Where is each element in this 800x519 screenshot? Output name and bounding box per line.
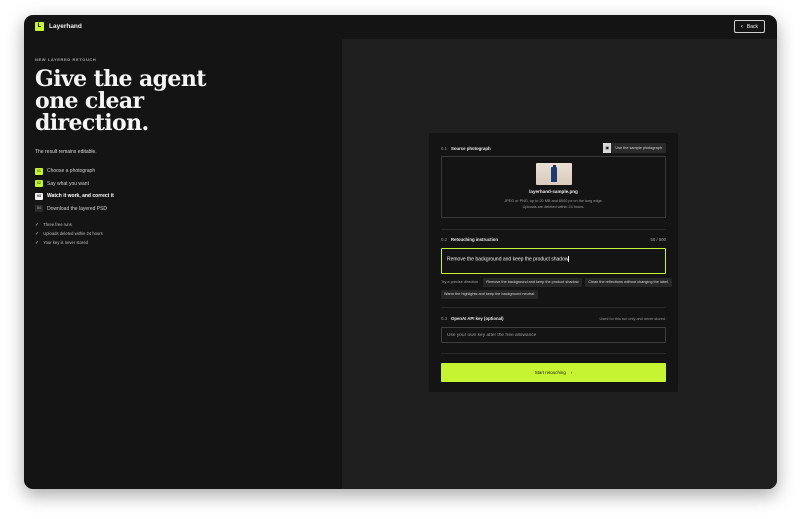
bottle-image bbox=[551, 167, 557, 182]
file-hint: JPEG or PNG, up to 20 MB and 8000 px on … bbox=[442, 199, 665, 210]
suggestion-chip[interactable]: Remove the background and keep the produ… bbox=[483, 278, 583, 287]
check-icon: ✓ bbox=[35, 221, 40, 228]
step-label: Download the layered PSD bbox=[47, 205, 108, 212]
fact-list: ✓ Three free runs ✓ Uploads deleted with… bbox=[35, 220, 335, 247]
instruction-textarea[interactable]: Remove the background and keep the produ… bbox=[441, 248, 666, 274]
api-section-title: 0.3 OpenAI API key (optional) bbox=[441, 316, 504, 321]
image-icon: ▣ bbox=[603, 143, 612, 153]
section-title: Retouching instruction bbox=[450, 237, 499, 242]
character-counter: 50 / 500 bbox=[650, 237, 666, 242]
file-hint-line: Uploads are deleted within 24 hours. bbox=[522, 204, 585, 209]
suggestion-chip[interactable]: Clean the reflections without changing t… bbox=[585, 278, 672, 287]
chevron-right-icon: › bbox=[570, 370, 573, 375]
instruction-section-title: 0.2 Retouching instruction bbox=[441, 237, 498, 242]
source-section-title: 0.1 Source photograph bbox=[441, 146, 491, 151]
subtext: The result remains editable. bbox=[35, 149, 97, 155]
step-list: 01 Choose a photograph 02 Say what you w… bbox=[35, 165, 335, 215]
instruction-value: Remove the background and keep the produ… bbox=[447, 256, 569, 263]
check-icon: ✓ bbox=[35, 230, 40, 237]
start-retouching-label: Start retouching bbox=[534, 370, 566, 375]
step-item: 04 Download the layered PSD bbox=[35, 203, 335, 216]
fact-item: ✓ Uploads deleted within 24 hours bbox=[35, 229, 335, 238]
retouch-form: 0.1 Source photograph ▣ Use the sample p… bbox=[429, 133, 678, 392]
fact-label: Your key is never stored bbox=[43, 240, 88, 245]
section-title: OpenAI API key (optional) bbox=[450, 316, 504, 321]
step-label: Choose a photograph bbox=[47, 168, 96, 175]
section-index: 0.1 bbox=[441, 145, 447, 151]
instruction-section-header: 0.2 Retouching instruction 50 / 500 bbox=[441, 237, 666, 242]
use-sample-label: Use the sample photograph bbox=[615, 146, 662, 150]
step-item-active: 03 Watch it work, and correct it bbox=[35, 190, 335, 203]
section-title: Source photograph bbox=[450, 145, 491, 151]
brand[interactable]: L Layerhand bbox=[35, 22, 82, 31]
kicker: NEW LAYERED RETOUCH bbox=[35, 57, 97, 62]
workspace-panel: 0.1 Source photograph ▣ Use the sample p… bbox=[342, 39, 777, 489]
try-label: Try a precise direction bbox=[441, 280, 479, 284]
step-label: Say what you want bbox=[47, 180, 89, 187]
step-number: 03 bbox=[35, 192, 43, 200]
back-button-label: Back bbox=[746, 23, 758, 30]
section-index: 0.2 bbox=[441, 237, 447, 242]
step-number: 04 bbox=[35, 205, 43, 213]
chevron-left-icon: ‹ bbox=[740, 23, 743, 30]
divider bbox=[441, 307, 666, 308]
divider bbox=[441, 353, 666, 354]
step-item: 02 Say what you want bbox=[35, 178, 335, 191]
api-note: Used for this run only and never stored. bbox=[599, 316, 666, 321]
section-index: 0.3 bbox=[441, 316, 447, 321]
sample-thumbnail bbox=[536, 163, 572, 185]
suggestion-chips: Try a precise direction Remove the backg… bbox=[441, 278, 673, 299]
suggestion-chip[interactable]: Warm the highlights and keep the backgro… bbox=[441, 290, 539, 299]
divider bbox=[441, 229, 666, 230]
api-section-header: 0.3 OpenAI API key (optional) Used for t… bbox=[441, 316, 666, 321]
brand-name: Layerhand bbox=[49, 23, 82, 30]
text-caret bbox=[568, 256, 569, 262]
intro-column: NEW LAYERED RETOUCH Give the agent one c… bbox=[35, 57, 335, 247]
step-item: 01 Choose a photograph bbox=[35, 165, 335, 178]
fact-item: ✓ Your key is never stored bbox=[35, 238, 335, 247]
brand-logo-icon: L bbox=[35, 22, 44, 31]
file-name: layerhand-sample.png bbox=[529, 189, 578, 194]
page-title: Give the agent one clear direction. bbox=[35, 66, 206, 136]
app-window: L Layerhand ‹ Back NEW LAYERED RETOUCH G… bbox=[24, 15, 777, 489]
fact-label: Uploads deleted within 24 hours bbox=[43, 231, 103, 236]
step-number: 02 bbox=[35, 180, 43, 188]
step-number: 01 bbox=[35, 167, 43, 175]
fact-label: Three free runs bbox=[43, 222, 72, 227]
use-sample-button[interactable]: ▣ Use the sample photograph bbox=[603, 143, 666, 153]
source-section-header: 0.1 Source photograph ▣ Use the sample p… bbox=[441, 143, 666, 153]
step-label: Watch it work, and correct it bbox=[47, 193, 114, 200]
fact-item: ✓ Three free runs bbox=[35, 220, 335, 229]
photo-dropzone[interactable]: layerhand-sample.png JPEG or PNG, up to … bbox=[441, 156, 666, 218]
api-key-input[interactable] bbox=[441, 327, 666, 343]
start-retouching-button[interactable]: Start retouching › bbox=[441, 363, 666, 382]
check-icon: ✓ bbox=[35, 239, 40, 246]
top-bar: L Layerhand ‹ Back bbox=[24, 15, 777, 39]
back-button[interactable]: ‹ Back bbox=[733, 20, 765, 33]
